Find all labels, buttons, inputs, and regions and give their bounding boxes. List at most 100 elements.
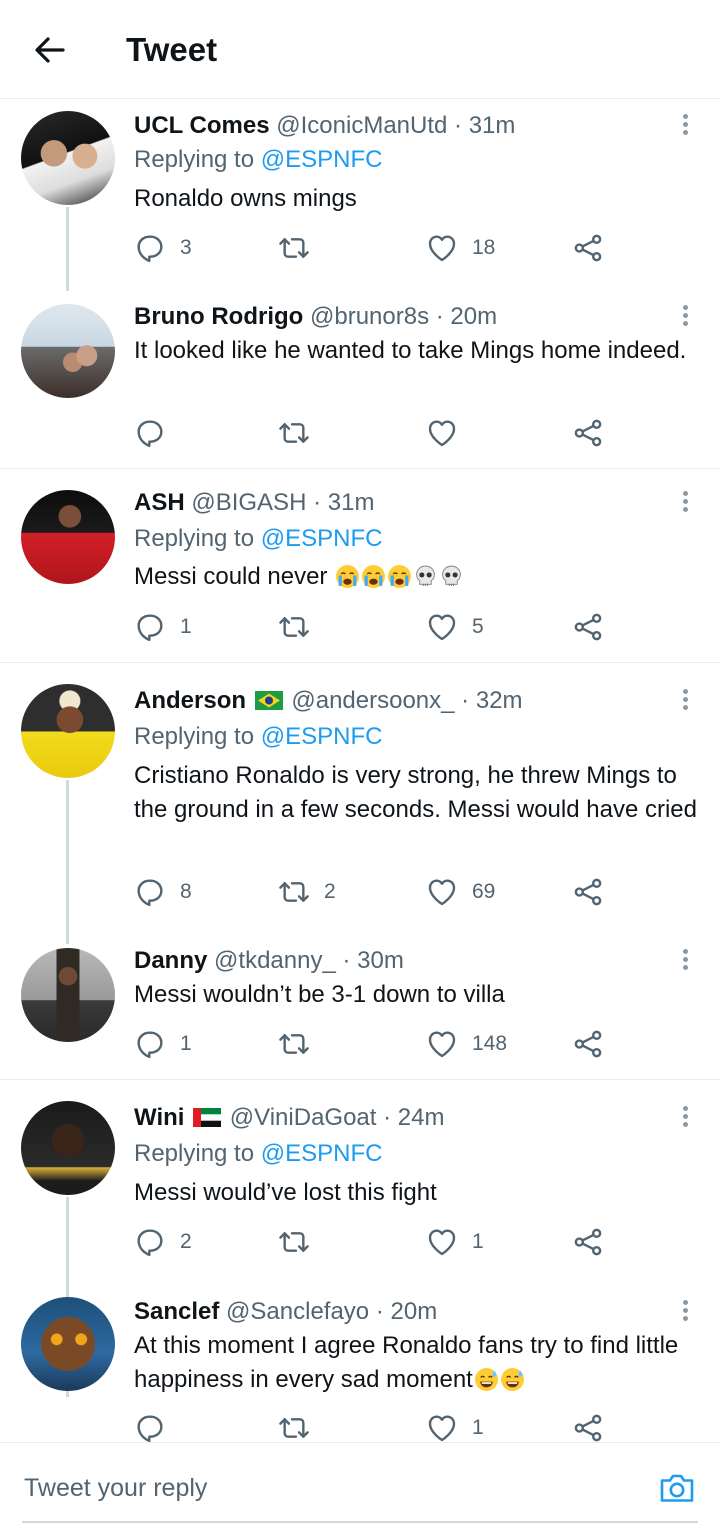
timestamp[interactable]: 20m: [450, 303, 497, 330]
more-vertical-icon: [682, 305, 688, 310]
more-options-button[interactable]: [675, 686, 695, 716]
retweet-button[interactable]: [278, 1026, 324, 1062]
mention-link[interactable]: @ESPNFC: [261, 723, 383, 750]
timestamp[interactable]: 24m: [398, 1104, 445, 1131]
avatar[interactable]: [21, 304, 115, 398]
username[interactable]: @andersoonx_: [291, 687, 454, 714]
retweet-button[interactable]: [278, 415, 324, 451]
more-options-button[interactable]: [675, 946, 695, 976]
camera-button[interactable]: [658, 1469, 696, 1507]
input-underline: [22, 1521, 698, 1523]
like-button[interactable]: [426, 415, 472, 451]
page-title: Tweet: [126, 31, 218, 68]
back-button[interactable]: [30, 30, 70, 70]
reply-icon: [134, 1412, 166, 1444]
retweet-button[interactable]: [278, 230, 324, 266]
more-vertical-icon: [682, 114, 688, 119]
avatar[interactable]: [21, 948, 115, 1042]
separator: ·: [342, 947, 351, 974]
share-button[interactable]: [572, 230, 604, 266]
share-button[interactable]: [572, 874, 604, 910]
username[interactable]: @Sanclefayo: [226, 1298, 369, 1325]
more-options-button[interactable]: [675, 488, 695, 518]
more-vertical-icon: [682, 949, 688, 954]
sweat-smile-emoji-icon: [500, 1367, 525, 1392]
reply-input[interactable]: [22, 1467, 626, 1509]
timestamp[interactable]: 20m: [391, 1298, 438, 1325]
skull-emoji-icon: [413, 564, 438, 589]
display-name[interactable]: Bruno Rodrigo: [134, 303, 303, 330]
like-count: 5: [472, 615, 484, 638]
username[interactable]: @ViniDaGoat: [230, 1104, 377, 1131]
more-options-button[interactable]: [675, 302, 695, 332]
timestamp[interactable]: 32m: [476, 687, 523, 714]
tweet-brunor8s[interactable]: Bruno Rodrigo @brunor8s · 20m It looked …: [0, 302, 720, 469]
tweet-iconicmanutd[interactable]: UCL Comes @IconicManUtd · 31m Replying t…: [0, 111, 720, 291]
reply-button[interactable]: 3: [134, 230, 192, 266]
reply-button[interactable]: 2: [134, 1224, 192, 1260]
timestamp[interactable]: 31m: [469, 112, 516, 139]
like-button[interactable]: 1: [426, 1410, 484, 1446]
share-button[interactable]: [572, 1026, 604, 1062]
like-icon: [426, 876, 458, 908]
more-vertical-icon: [682, 1106, 688, 1111]
share-icon: [572, 1412, 604, 1444]
display-name[interactable]: Danny: [134, 947, 207, 974]
share-button[interactable]: [572, 1410, 604, 1446]
retweet-button[interactable]: [278, 1410, 324, 1446]
display-name[interactable]: Wini: [134, 1104, 184, 1131]
reply-icon: [134, 417, 166, 449]
more-options-button[interactable]: [675, 1103, 695, 1133]
display-name[interactable]: Anderson: [134, 687, 246, 714]
reply-button[interactable]: 1: [134, 609, 192, 645]
avatar[interactable]: [21, 490, 115, 584]
avatar[interactable]: [21, 1297, 115, 1391]
avatar[interactable]: [21, 684, 115, 778]
reply-button[interactable]: [134, 415, 180, 451]
avatar[interactable]: [21, 1101, 115, 1195]
tweet-tkdanny[interactable]: Danny @tkdanny_ · 30m Messi wouldn’t be …: [0, 946, 720, 1080]
like-button[interactable]: 148: [426, 1026, 507, 1062]
retweet-icon: [278, 1028, 310, 1060]
retweet-button[interactable]: [278, 1224, 324, 1260]
reply-icon: [134, 1226, 166, 1258]
reply-button[interactable]: 8: [134, 874, 192, 910]
tweet-bigash[interactable]: ASH @BIGASH · 31m Replying to @ESPNFC Me…: [0, 488, 720, 663]
skull-emoji-icon: [439, 564, 464, 589]
mention-link[interactable]: @ESPNFC: [261, 146, 383, 173]
share-button[interactable]: [572, 609, 604, 645]
share-button[interactable]: [572, 1224, 604, 1260]
separator: ·: [375, 1298, 384, 1325]
retweet-count: 2: [324, 880, 336, 903]
display-name[interactable]: Sanclef: [134, 1298, 219, 1325]
display-name[interactable]: ASH: [134, 489, 185, 516]
mention-link[interactable]: @ESPNFC: [261, 525, 383, 552]
username[interactable]: @BIGASH: [191, 489, 306, 516]
username[interactable]: @tkdanny_: [214, 947, 336, 974]
more-vertical-icon: [682, 689, 688, 694]
more-options-button[interactable]: [675, 1297, 695, 1327]
retweet-button[interactable]: [278, 609, 324, 645]
username[interactable]: @brunor8s: [310, 303, 429, 330]
timestamp[interactable]: 31m: [328, 489, 375, 516]
more-options-button[interactable]: [675, 111, 695, 141]
avatar[interactable]: [21, 111, 115, 205]
timestamp[interactable]: 30m: [357, 947, 404, 974]
reply-button[interactable]: 1: [134, 1026, 192, 1062]
tweet-vinidagoat[interactable]: Wini @ViniDaGoat · 24m Replying to @ESPN…: [0, 1101, 720, 1397]
tweet-andersoonx[interactable]: Anderson @andersoonx_ · 32m Replying to …: [0, 684, 720, 944]
reply-button[interactable]: [134, 1410, 180, 1446]
like-button[interactable]: 1: [426, 1224, 484, 1260]
display-name[interactable]: UCL Comes: [134, 112, 270, 139]
tweet-sanclefayo[interactable]: Sanclef @Sanclefayo · 20m At this moment…: [0, 1297, 720, 1442]
like-button[interactable]: 69: [426, 874, 495, 910]
mention-link[interactable]: @ESPNFC: [261, 1140, 383, 1167]
tweet-actions: 1 148: [134, 1026, 614, 1062]
like-button[interactable]: 18: [426, 230, 495, 266]
username[interactable]: @IconicManUtd: [276, 112, 447, 139]
replying-to: Replying to @ESPNFC: [134, 723, 383, 750]
share-button[interactable]: [572, 415, 604, 451]
tweet-actions: 1: [134, 1410, 614, 1446]
like-button[interactable]: 5: [426, 609, 484, 645]
retweet-button[interactable]: 2: [278, 874, 336, 910]
